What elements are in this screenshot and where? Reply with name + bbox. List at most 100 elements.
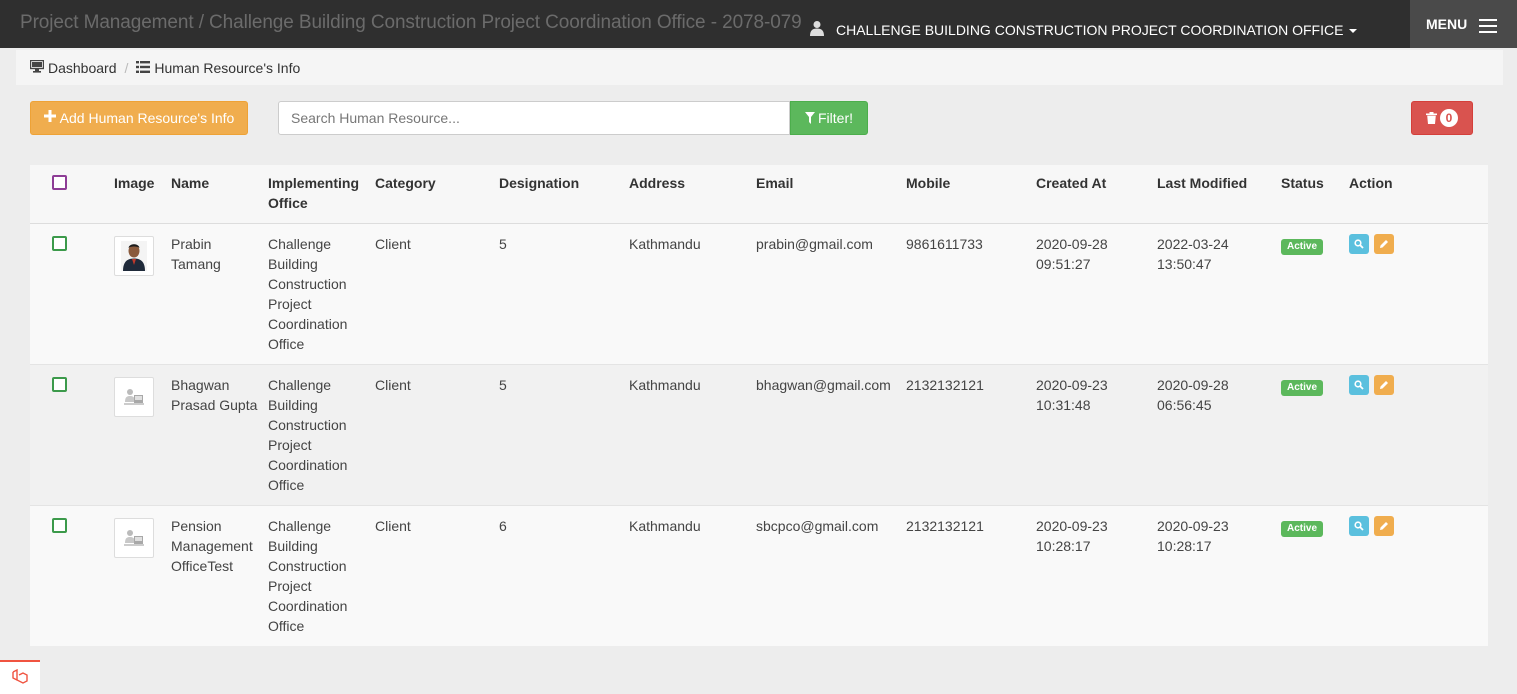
table-row: Pension Management OfficeTest Challenge …: [30, 505, 1488, 646]
pencil-icon: [1379, 380, 1389, 390]
status-cell: Active: [1277, 505, 1345, 646]
modified-cell: 2020-09-23 10:28:17: [1153, 505, 1277, 646]
row-checkbox[interactable]: [52, 518, 67, 533]
filter-button-label: Filter!: [818, 110, 853, 126]
table-row: Bhagwan Prasad Gupta Challenge Building …: [30, 364, 1488, 506]
email-cell: prabin@gmail.com: [752, 223, 902, 365]
human-resource-table: Image Name Implementing Office Category …: [30, 165, 1488, 646]
status-cell: Active: [1277, 223, 1345, 365]
breadcrumb-separator: /: [124, 59, 129, 76]
search-icon: [1354, 521, 1364, 531]
name-cell: Prabin Tamang: [167, 223, 264, 365]
table-header-row: Image Name Implementing Office Category …: [30, 165, 1488, 224]
office-cell: Challenge Building Construction Project …: [264, 223, 371, 365]
menu-button[interactable]: MENU: [1410, 0, 1517, 48]
category-cell: Client: [371, 505, 495, 646]
status-badge: Active: [1281, 521, 1324, 537]
hamburger-icon: [1479, 19, 1498, 37]
avatar[interactable]: [114, 236, 154, 276]
add-human-resource-button[interactable]: Add Human Resource's Info: [30, 101, 248, 135]
top-navbar: Project Management / Challenge Building …: [0, 0, 1517, 48]
created-cell: 2020-09-28 09:51:27: [1032, 223, 1153, 365]
image-cell: [110, 364, 167, 506]
breadcrumb-dashboard-link[interactable]: Dashboard: [48, 60, 117, 76]
office-dropdown[interactable]: CHALLENGE BUILDING CONSTRUCTION PROJECT …: [810, 20, 1358, 40]
designation-cell: 5: [495, 223, 625, 365]
email-cell: sbcpco@gmail.com: [752, 505, 902, 646]
status-badge: Active: [1281, 380, 1324, 396]
trash-icon: [1426, 112, 1437, 124]
edit-button[interactable]: [1373, 234, 1394, 254]
col-email: Email: [752, 165, 902, 224]
row-checkbox[interactable]: [52, 377, 67, 392]
status-badge: Active: [1281, 239, 1324, 255]
mobile-cell: 9861611733: [902, 223, 1032, 365]
edit-button[interactable]: [1373, 516, 1394, 536]
col-office: Implementing Office: [264, 165, 371, 224]
image-cell: [110, 223, 167, 365]
address-cell: Kathmandu: [625, 505, 752, 646]
breadcrumb-current: Human Resource's Info: [154, 59, 301, 76]
breadcrumb: Dashboard / Human Resource's Info: [16, 50, 1503, 85]
name-cell: Bhagwan Prasad Gupta: [167, 364, 264, 506]
filter-button[interactable]: Filter!: [790, 101, 868, 135]
user-icon: [810, 20, 824, 36]
image-cell: [110, 505, 167, 646]
col-created: Created At: [1032, 165, 1153, 224]
pencil-icon: [1379, 521, 1389, 531]
modified-cell: 2020-09-28 06:56:45: [1153, 364, 1277, 506]
plus-icon: [43, 109, 56, 127]
search-input[interactable]: [278, 101, 790, 135]
col-mobile: Mobile: [902, 165, 1032, 224]
designation-cell: 5: [495, 364, 625, 506]
category-cell: Client: [371, 223, 495, 365]
col-name: Name: [167, 165, 264, 224]
view-button[interactable]: [1349, 375, 1369, 395]
address-cell: Kathmandu: [625, 223, 752, 365]
add-button-label: Add Human Resource's Info: [59, 110, 235, 126]
app-title: Project Management / Challenge Building …: [20, 12, 802, 33]
name-cell: Pension Management OfficeTest: [167, 505, 264, 646]
col-image: Image: [110, 165, 167, 224]
action-cell: [1345, 505, 1488, 646]
row-select-cell: [30, 505, 110, 646]
modified-cell: 2022-03-24 13:50:47: [1153, 223, 1277, 365]
office-cell: Challenge Building Construction Project …: [264, 364, 371, 506]
action-cell: [1345, 223, 1488, 365]
row-checkbox[interactable]: [52, 236, 67, 251]
trash-button[interactable]: 0: [1411, 101, 1473, 135]
created-cell: 2020-09-23 10:28:17: [1032, 505, 1153, 646]
view-button[interactable]: [1349, 516, 1369, 536]
select-all-checkbox[interactable]: [52, 175, 67, 190]
search-icon: [1354, 239, 1364, 249]
action-cell: [1345, 364, 1488, 506]
trash-count-badge: 0: [1440, 109, 1458, 127]
category-cell: Client: [371, 364, 495, 506]
email-cell: bhagwan@gmail.com: [752, 364, 902, 506]
list-icon: [136, 60, 151, 76]
pencil-icon: [1379, 239, 1389, 249]
status-cell: Active: [1277, 364, 1345, 506]
office-cell: Challenge Building Construction Project …: [264, 505, 371, 646]
laravel-icon: [11, 669, 29, 687]
filter-icon: [805, 112, 815, 124]
select-all-cell: [30, 165, 110, 224]
col-address: Address: [625, 165, 752, 224]
table-row: Prabin Tamang Challenge Building Constru…: [30, 223, 1488, 365]
row-select-cell: [30, 223, 110, 365]
col-action: Action: [1345, 165, 1488, 224]
avatar[interactable]: [114, 377, 154, 417]
row-select-cell: [30, 364, 110, 506]
col-designation: Designation: [495, 165, 625, 224]
col-modified: Last Modified: [1153, 165, 1277, 224]
col-category: Category: [371, 165, 495, 224]
created-cell: 2020-09-23 10:31:48: [1032, 364, 1153, 506]
edit-button[interactable]: [1373, 375, 1394, 395]
mobile-cell: 2132132121: [902, 364, 1032, 506]
avatar[interactable]: [114, 518, 154, 558]
view-button[interactable]: [1349, 234, 1369, 254]
search-icon: [1354, 380, 1364, 390]
debugbar-toggle[interactable]: [0, 660, 40, 694]
menu-label: MENU: [1426, 16, 1468, 32]
mobile-cell: 2132132121: [902, 505, 1032, 646]
